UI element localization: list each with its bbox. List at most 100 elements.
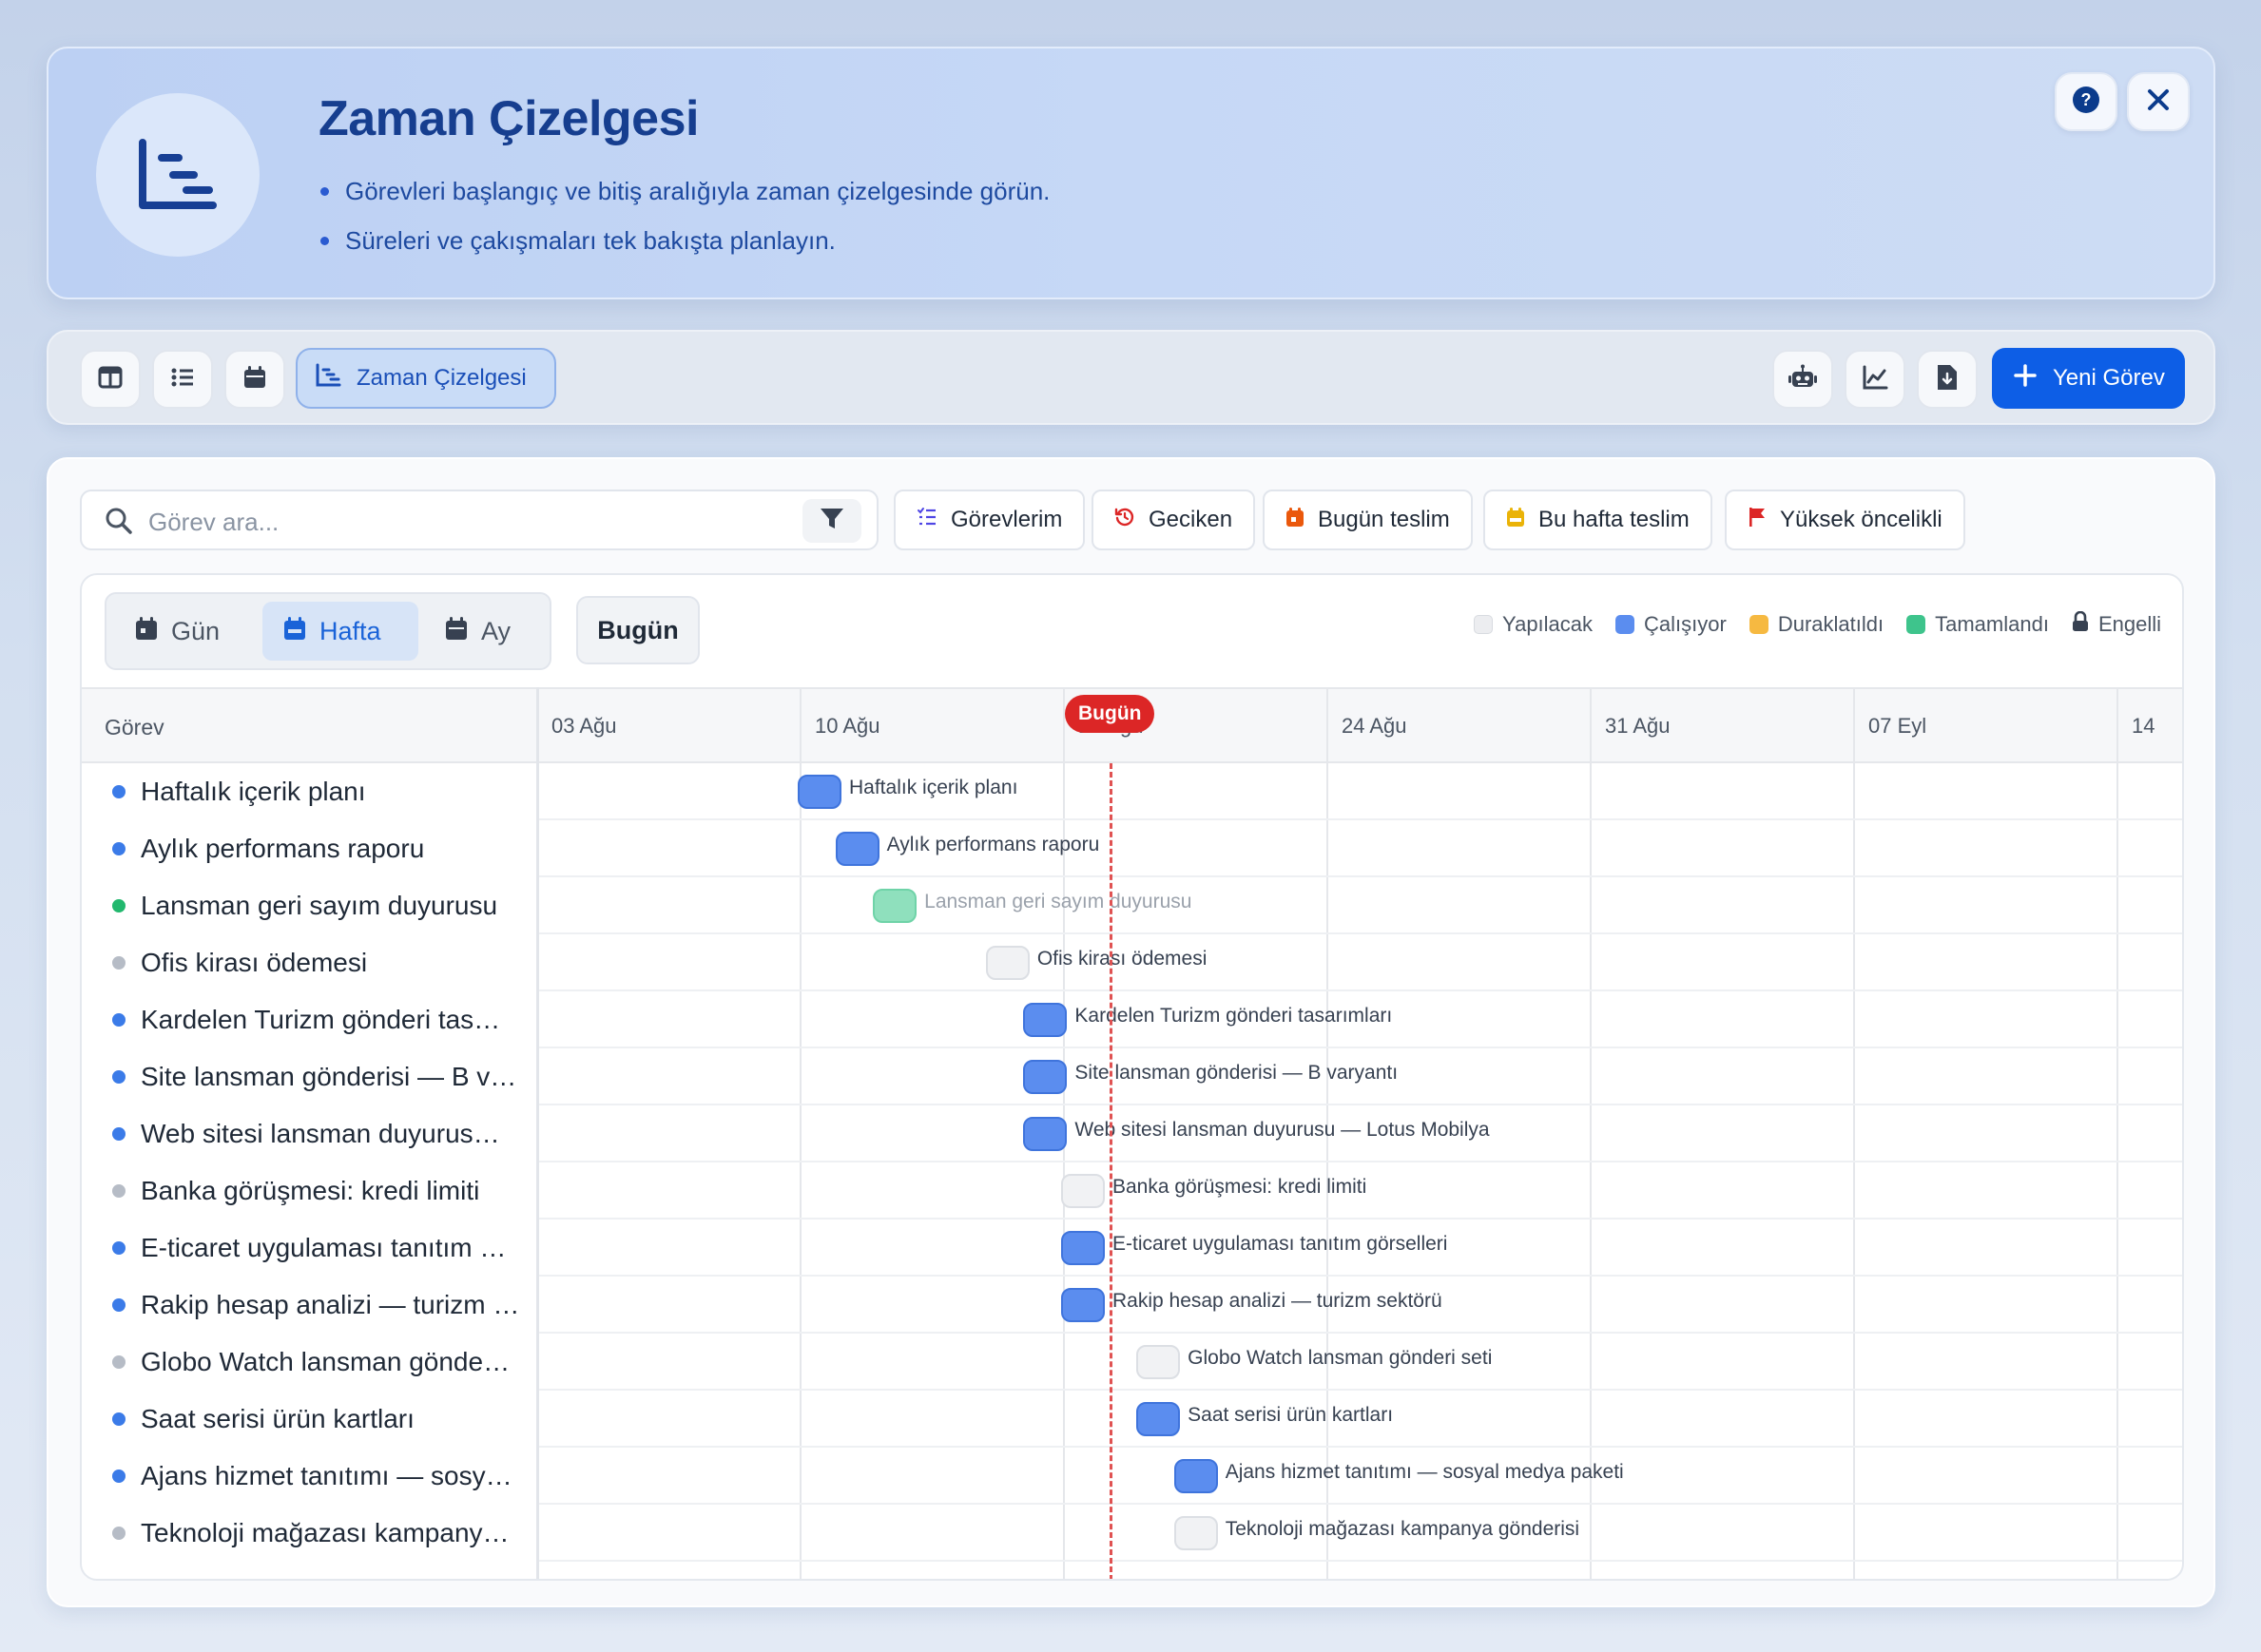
task-bar[interactable] — [1136, 1345, 1181, 1379]
task-bar-label: Lansman geri sayım duyurusu — [924, 891, 1192, 912]
timeline-view-button[interactable]: Zaman Çizelgesi — [296, 348, 556, 409]
filter-chip-due-this-week[interactable]: Bu hafta teslim — [1483, 490, 1712, 550]
task-name[interactable]: Aylık performans raporu — [82, 820, 536, 877]
help-button[interactable]: ? — [2055, 72, 2117, 131]
task-name[interactable]: Web sitesi lansman duyurus… — [82, 1105, 536, 1162]
filter-chip-my-tasks[interactable]: Görevlerim — [894, 490, 1086, 550]
filter-chip-high-priority[interactable]: Yüksek öncelikli — [1725, 490, 1965, 550]
legend-swatch — [1749, 615, 1768, 634]
export-button[interactable] — [1917, 350, 1978, 409]
board-view-button[interactable] — [80, 350, 141, 409]
scale-day-button[interactable]: Gün — [114, 602, 257, 661]
date-column-label: 24 Ağu — [1342, 714, 1407, 738]
task-name-text: Lansman geri sayım duyurusu — [141, 891, 498, 920]
task-bar[interactable] — [835, 832, 879, 866]
date-column-label: 03 Ağu — [551, 714, 617, 738]
scale-month-button[interactable]: Ay — [424, 602, 546, 661]
view-toolbar: Zaman Çizelgesi Yeni Görev — [47, 330, 2215, 425]
task-bar[interactable] — [1023, 1117, 1068, 1151]
close-button[interactable] — [2127, 72, 2190, 131]
new-task-button[interactable]: Yeni Görev — [1992, 348, 2185, 409]
scale-month-label: Ay — [481, 616, 512, 645]
task-bar-label: Web sitesi lansman duyurusu — Lotus Mobi… — [1074, 1119, 1490, 1141]
calendar-view-button[interactable] — [224, 350, 285, 409]
task-name-text: Web sitesi lansman duyurus… — [141, 1119, 500, 1148]
history-icon — [1114, 507, 1135, 534]
task-name[interactable]: E-ticaret uygulaması tanıtım … — [82, 1220, 536, 1277]
task-row[interactable]: Lansman geri sayım duyurusu Lansman geri … — [82, 877, 2182, 934]
task-row[interactable]: Site lansman gönderisi — B v… Site lansma… — [82, 1048, 2182, 1105]
task-row[interactable]: Saat serisi ürün kartları Saat serisi ürü… — [82, 1391, 2182, 1448]
task-row[interactable]: Kardelen Turizm gönderi tas… Kardelen Tur… — [82, 991, 2182, 1048]
chip-label: Görevlerim — [951, 507, 1063, 532]
task-name-text: Globo Watch lansman gönde… — [141, 1347, 511, 1376]
task-row[interactable]: Ofis kirası ödemesi Ofis kirası ödemesi — [82, 934, 2182, 991]
list-check-icon — [917, 507, 937, 534]
task-name-text: Rakip hesap analizi — turizm … — [141, 1290, 520, 1319]
task-row[interactable]: Web sitesi lansman duyurus… Web sitesi la… — [82, 1105, 2182, 1162]
legend-label: Yapılacak — [1502, 612, 1594, 636]
task-name[interactable]: Ofis kirası ödemesi — [82, 934, 536, 991]
legend-label: Engelli — [2097, 612, 2161, 636]
today-button[interactable]: Bugün — [576, 596, 700, 664]
task-row[interactable]: Aylık performans raporu Aylık performans … — [82, 820, 2182, 877]
task-bar-label: Saat serisi ürün kartları — [1188, 1404, 1394, 1426]
task-row[interactable]: Globo Watch lansman gönde… Globo Watch la… — [82, 1334, 2182, 1391]
task-name-text: Ofis kirası ödemesi — [141, 948, 368, 977]
task-row[interactable]: E-ticaret uygulaması tanıtım … E-ticaret … — [82, 1220, 2182, 1277]
scale-week-button[interactable]: Hafta — [262, 602, 418, 661]
task-name[interactable]: Kardelen Turizm gönderi tas… — [82, 991, 536, 1048]
task-row[interactable]: Rakip hesap analizi — turizm … Rakip hesa… — [82, 1277, 2182, 1334]
status-dot — [112, 1412, 126, 1426]
status-dot — [112, 1184, 126, 1198]
search-icon — [105, 507, 133, 540]
task-bar[interactable] — [1061, 1231, 1105, 1265]
list-view-button[interactable] — [152, 350, 213, 409]
task-row[interactable]: Banka görüşmesi: kredi limiti Banka görüş… — [82, 1162, 2182, 1220]
task-bar[interactable] — [873, 889, 918, 923]
task-name[interactable]: Banka görüşmesi: kredi limiti — [82, 1162, 536, 1220]
date-column-label: 31 Ağu — [1605, 714, 1671, 738]
close-icon — [2146, 87, 2171, 117]
chip-label: Yüksek öncelikli — [1780, 507, 1942, 532]
task-name[interactable]: Rakip hesap analizi — turizm … — [82, 1277, 536, 1334]
task-name[interactable]: Teknoloji mağazası kampany… — [82, 1505, 536, 1562]
task-name[interactable]: Site lansman gönderisi — B v… — [82, 1048, 536, 1105]
filter-button[interactable] — [802, 499, 861, 543]
task-name[interactable]: Globo Watch lansman gönde… — [82, 1334, 536, 1391]
task-bar[interactable] — [1023, 1003, 1068, 1037]
date-column-label: 14 — [2132, 714, 2155, 738]
task-row[interactable]: Teknoloji mağazası kampany… Teknoloji mağ… — [82, 1505, 2182, 1562]
timeline-panel: Görev ara... Görevlerim Geciken Bugün te… — [47, 457, 2215, 1607]
task-bar[interactable] — [798, 775, 841, 809]
task-name[interactable]: Haftalık içerik planı — [82, 763, 536, 820]
task-column-header: Görev — [105, 715, 164, 740]
filter-chip-due-today[interactable]: Bugün teslim — [1263, 490, 1473, 550]
task-name[interactable]: Ajans hizmet tanıtımı — sosy… — [82, 1448, 536, 1505]
legend-item: Çalışıyor — [1615, 612, 1727, 637]
filter-chip-overdue[interactable]: Geciken — [1092, 490, 1256, 550]
task-bar[interactable] — [1173, 1459, 1218, 1493]
task-bar[interactable] — [985, 946, 1030, 980]
status-dot — [112, 1241, 126, 1255]
legend-item: Engelli — [2072, 610, 2161, 638]
search-box[interactable]: Görev ara... — [80, 490, 879, 550]
task-name[interactable]: Saat serisi ürün kartları — [82, 1391, 536, 1448]
task-bar-label: E-ticaret uygulaması tanıtım görselleri — [1112, 1233, 1448, 1255]
search-input[interactable]: Görev ara... — [148, 508, 279, 537]
task-bar[interactable] — [1061, 1288, 1105, 1322]
task-bar[interactable] — [1061, 1174, 1105, 1208]
task-row[interactable]: Ajans hizmet tanıtımı — sosy… Ajans hizme… — [82, 1448, 2182, 1505]
reports-button[interactable] — [1845, 350, 1905, 409]
task-row[interactable]: Haftalık içerik planı Haftalık içerik pla… — [82, 763, 2182, 820]
ai-assistant-button[interactable] — [1772, 350, 1833, 409]
today-marker-label: Bugün — [1065, 695, 1155, 733]
scale-day-label: Gün — [171, 616, 221, 645]
calendar-icon — [283, 616, 306, 647]
task-bar[interactable] — [1136, 1402, 1181, 1436]
task-bar[interactable] — [1173, 1516, 1218, 1550]
chip-label: Bugün teslim — [1318, 507, 1450, 532]
task-name[interactable]: Lansman geri sayım duyurusu — [82, 877, 536, 934]
task-bar[interactable] — [1023, 1060, 1068, 1094]
legend-item: Yapılacak — [1474, 612, 1593, 637]
